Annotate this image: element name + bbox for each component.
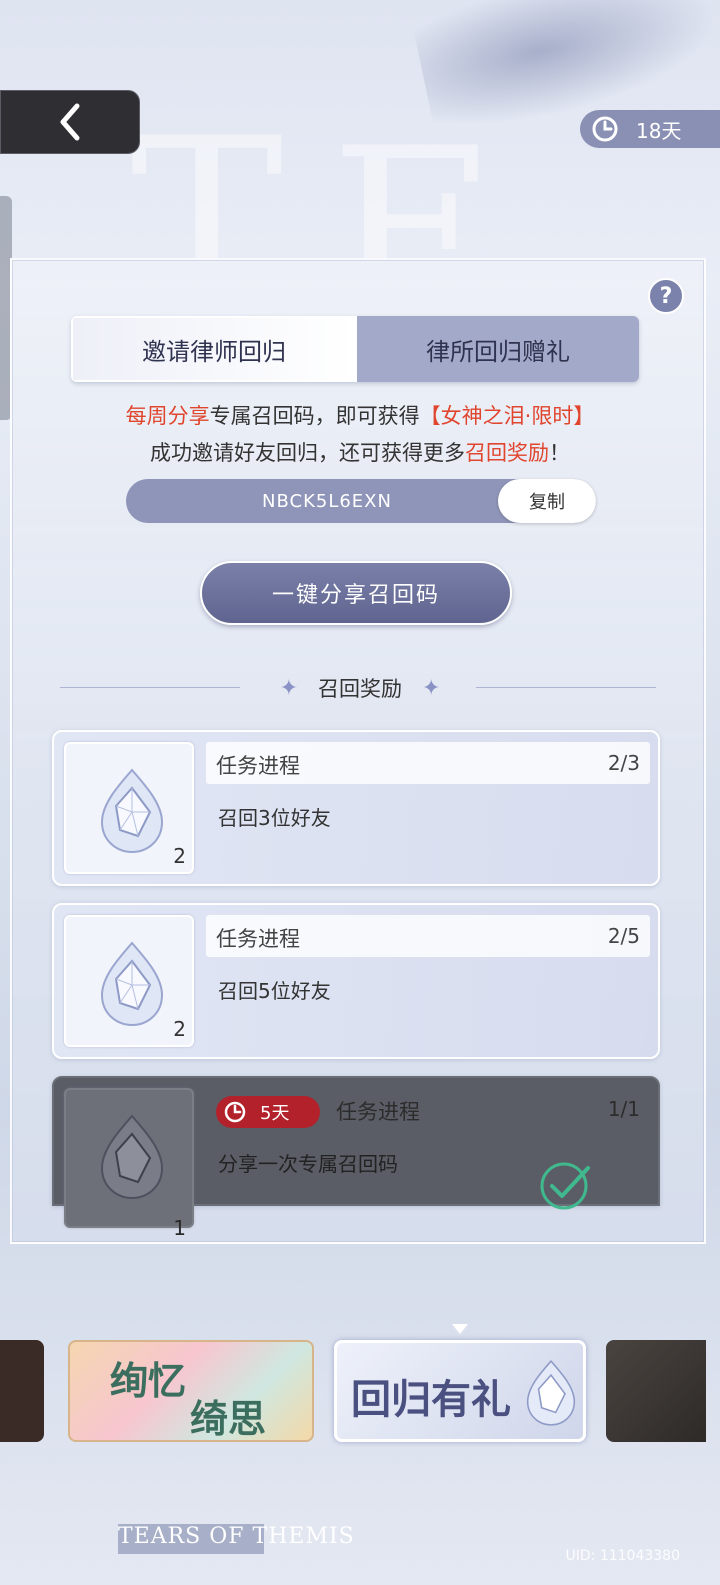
tab-invite-lawyer[interactable]: 邀请律师回归 bbox=[71, 316, 357, 382]
section-title: ✦ 召回奖励 ✦ bbox=[0, 672, 720, 704]
event-banner[interactable] bbox=[606, 1340, 706, 1442]
item-count: 1 bbox=[173, 1216, 186, 1240]
description-text: 成功邀请好友回归，还可获得更多 bbox=[150, 441, 465, 465]
progress-value: 2/5 bbox=[607, 924, 640, 948]
highlight-text: 每周分享 bbox=[125, 404, 210, 428]
progress-label: 任务进程 bbox=[216, 927, 300, 951]
event-banner-memory[interactable]: 绚忆 绮思 bbox=[68, 1340, 314, 1442]
carousel-indicator-icon bbox=[452, 1324, 468, 1334]
sparkle-icon: ✦ bbox=[279, 675, 298, 701]
banner-title: 绚忆 bbox=[110, 1359, 187, 1403]
description-line-2: 成功邀请好友回归，还可获得更多召回奖励！ bbox=[0, 437, 720, 467]
reward-item[interactable]: 1 bbox=[64, 1088, 194, 1240]
description-line-1: 每周分享专属召回码，即可获得【女神之泪·限时】 bbox=[0, 400, 720, 430]
recall-code-bar: NBCK5L6EXN 复制 bbox=[126, 479, 596, 523]
recall-code: NBCK5L6EXN bbox=[262, 490, 392, 512]
brand-logo: TEARS OF THEMIS bbox=[118, 1524, 355, 1549]
event-banner-return-gift[interactable]: 回归有礼 bbox=[334, 1340, 586, 1442]
tear-gem-icon bbox=[100, 1114, 164, 1200]
highlight-text: 召回奖励 bbox=[465, 441, 549, 465]
progress-bar: 任务进程 2/3 bbox=[206, 742, 650, 784]
tab-label: 律所回归赠礼 bbox=[426, 337, 570, 366]
banner-title: 回归有礼 bbox=[351, 1376, 511, 1423]
banner-title: 绮思 bbox=[190, 1397, 267, 1441]
event-timer: 18天 bbox=[580, 110, 720, 148]
event-banner[interactable] bbox=[0, 1340, 44, 1442]
item-count: 2 bbox=[173, 844, 186, 868]
reward-item[interactable]: 2 bbox=[64, 915, 194, 1047]
description-text: 专属召回码，即可获得 bbox=[209, 404, 420, 428]
task-description: 召回5位好友 bbox=[218, 979, 331, 1003]
clock-icon bbox=[592, 116, 618, 142]
back-button[interactable] bbox=[0, 90, 140, 154]
progress-label: 任务进程 bbox=[336, 1100, 420, 1124]
help-button[interactable]: ? bbox=[648, 278, 684, 314]
progress-label: 任务进程 bbox=[216, 754, 300, 778]
copy-button[interactable]: 复制 bbox=[498, 479, 596, 523]
reward-item[interactable]: 2 bbox=[64, 742, 194, 874]
task-description: 分享一次专属召回码 bbox=[218, 1152, 398, 1176]
progress-bar: 任务进程 1/1 bbox=[206, 1088, 650, 1130]
chevron-left-icon bbox=[60, 103, 80, 141]
share-code-button[interactable]: 一键分享召回码 bbox=[200, 561, 512, 625]
reward-card: 2 任务进程 2/3 召回3位好友 bbox=[52, 730, 660, 886]
progress-value: 2/3 bbox=[607, 751, 640, 775]
highlight-text: 【女神之泪·限时】 bbox=[419, 404, 595, 428]
tear-gem-icon bbox=[100, 768, 164, 854]
tab-bar: 邀请律师回归 律所回归赠礼 bbox=[71, 316, 639, 382]
tear-gem-icon bbox=[100, 941, 164, 1027]
check-icon bbox=[540, 1162, 590, 1210]
section-title-text: 召回奖励 bbox=[318, 677, 402, 701]
task-description: 召回3位好友 bbox=[218, 806, 331, 830]
user-id: UID: 111043380 bbox=[565, 1548, 681, 1564]
description-text: ！ bbox=[549, 441, 570, 465]
progress-bar: 任务进程 2/5 bbox=[206, 915, 650, 957]
reward-card: 2 任务进程 2/5 召回5位好友 bbox=[52, 903, 660, 1059]
tear-gem-icon bbox=[526, 1359, 576, 1426]
timer-days: 18天 bbox=[636, 118, 682, 143]
item-count: 2 bbox=[173, 1017, 186, 1041]
tab-return-gift[interactable]: 律所回归赠礼 bbox=[357, 316, 639, 382]
progress-value: 1/1 bbox=[607, 1097, 640, 1121]
reward-card-completed: 1 5天 任务进程 1/1 分享一次专属召回码 bbox=[52, 1076, 660, 1240]
tab-label: 邀请律师回归 bbox=[142, 337, 286, 366]
sparkle-icon: ✦ bbox=[422, 675, 441, 701]
